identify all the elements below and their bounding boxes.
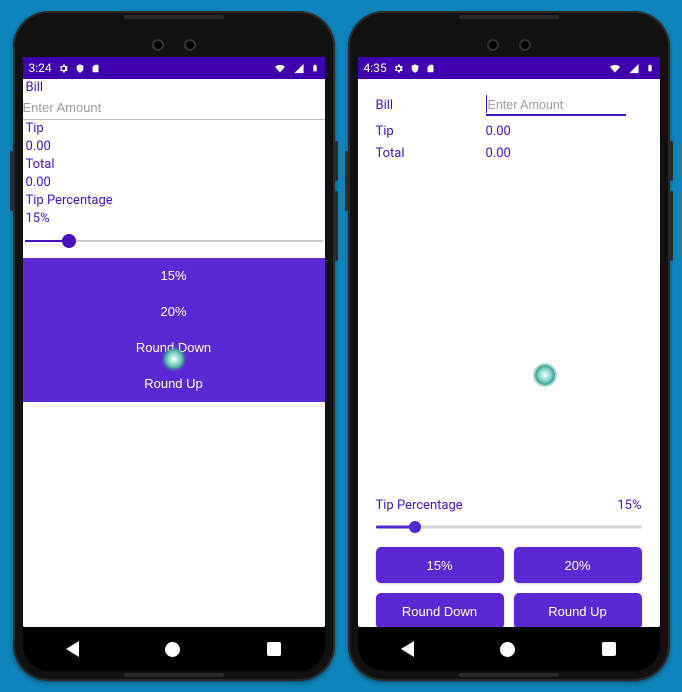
percent-label: Tip Percentage [376,498,463,513]
phone-left: 3:24 Bill Tip 0.00 Total 0.00 Tip Percen… [13,11,335,681]
sim-icon [91,63,100,74]
bottom-panel: Tip Percentage 15% 15% 20% Round Down Ro… [376,498,642,627]
status-time: 3:24 [29,61,52,75]
tip-value: 0.00 [486,121,642,143]
bill-input[interactable] [486,98,626,116]
status-time: 4:35 [364,61,387,75]
percent-value: 15% [617,498,641,513]
slider-thumb[interactable] [409,521,421,533]
status-bar: 3:24 [23,57,325,79]
total-label: Total [23,156,325,174]
app-body-right: Bill Tip Total 0.00 0.00 [358,79,660,627]
bill-label: Bill [376,95,476,117]
button-stack: 15% 20% Round Down Round Up [23,258,325,402]
phone-side-button [10,151,13,211]
round-up-button[interactable]: Round Up [23,366,325,402]
nav-recent-icon[interactable] [602,642,616,656]
nav-bar [358,627,660,671]
app-body-left: Bill Tip 0.00 Total 0.00 Tip Percentage … [23,79,325,402]
phone-sensors [152,39,196,51]
tip-label: Tip [376,121,476,143]
tip-slider[interactable] [376,517,642,537]
round-down-button[interactable]: Round Down [376,593,504,627]
text-caret-icon [486,95,488,113]
nav-home-icon[interactable] [165,642,180,657]
battery-icon [311,62,319,74]
bill-label: Bill [23,79,325,97]
phone-side-button [345,151,348,211]
nav-back-icon[interactable] [66,641,79,657]
phone-side-button [670,191,673,261]
bill-input-wrap [486,95,626,117]
nav-home-icon[interactable] [500,642,515,657]
nav-recent-icon[interactable] [267,642,281,656]
total-value: 0.00 [23,174,325,192]
percent-value: 15% [23,210,325,228]
tip-slider[interactable] [25,230,323,252]
tip-value: 0.00 [23,138,325,156]
tip-20-button[interactable]: 20% [23,294,325,330]
top-grid: Bill Tip Total 0.00 0.00 [376,95,642,165]
total-label: Total [376,143,476,165]
touch-indicator-icon [535,365,555,385]
shield-icon [75,63,85,74]
slider-thumb[interactable] [62,234,76,248]
battery-icon [646,62,654,74]
wifi-icon [273,63,287,74]
status-bar: 4:35 [358,57,660,79]
shield-icon [410,63,420,74]
round-down-button[interactable]: Round Down [23,330,325,366]
tip-15-button[interactable]: 15% [376,547,504,583]
tip-label: Tip [23,120,325,138]
percent-label: Tip Percentage [23,192,325,210]
phone-side-button [670,141,673,181]
gear-icon [58,63,69,74]
phone-side-button [335,191,338,261]
tip-20-button[interactable]: 20% [514,547,642,583]
button-grid: 15% 20% Round Down Round Up [376,547,642,627]
nav-back-icon[interactable] [401,641,414,657]
round-up-button[interactable]: Round Up [514,593,642,627]
total-value: 0.00 [486,143,642,165]
gear-icon [393,63,404,74]
sim-icon [426,63,435,74]
phone-right: 4:35 Bill Tip Total [348,11,670,681]
screen-right: 4:35 Bill Tip Total [358,57,660,627]
screen-left: 3:24 Bill Tip 0.00 Total 0.00 Tip Percen… [23,57,325,627]
phone-side-button [335,141,338,181]
signal-icon [293,63,305,74]
tip-15-button[interactable]: 15% [23,258,325,294]
signal-icon [628,63,640,74]
phone-sensors [487,39,531,51]
nav-bar [23,627,325,671]
wifi-icon [608,63,622,74]
bill-input[interactable] [23,97,325,120]
